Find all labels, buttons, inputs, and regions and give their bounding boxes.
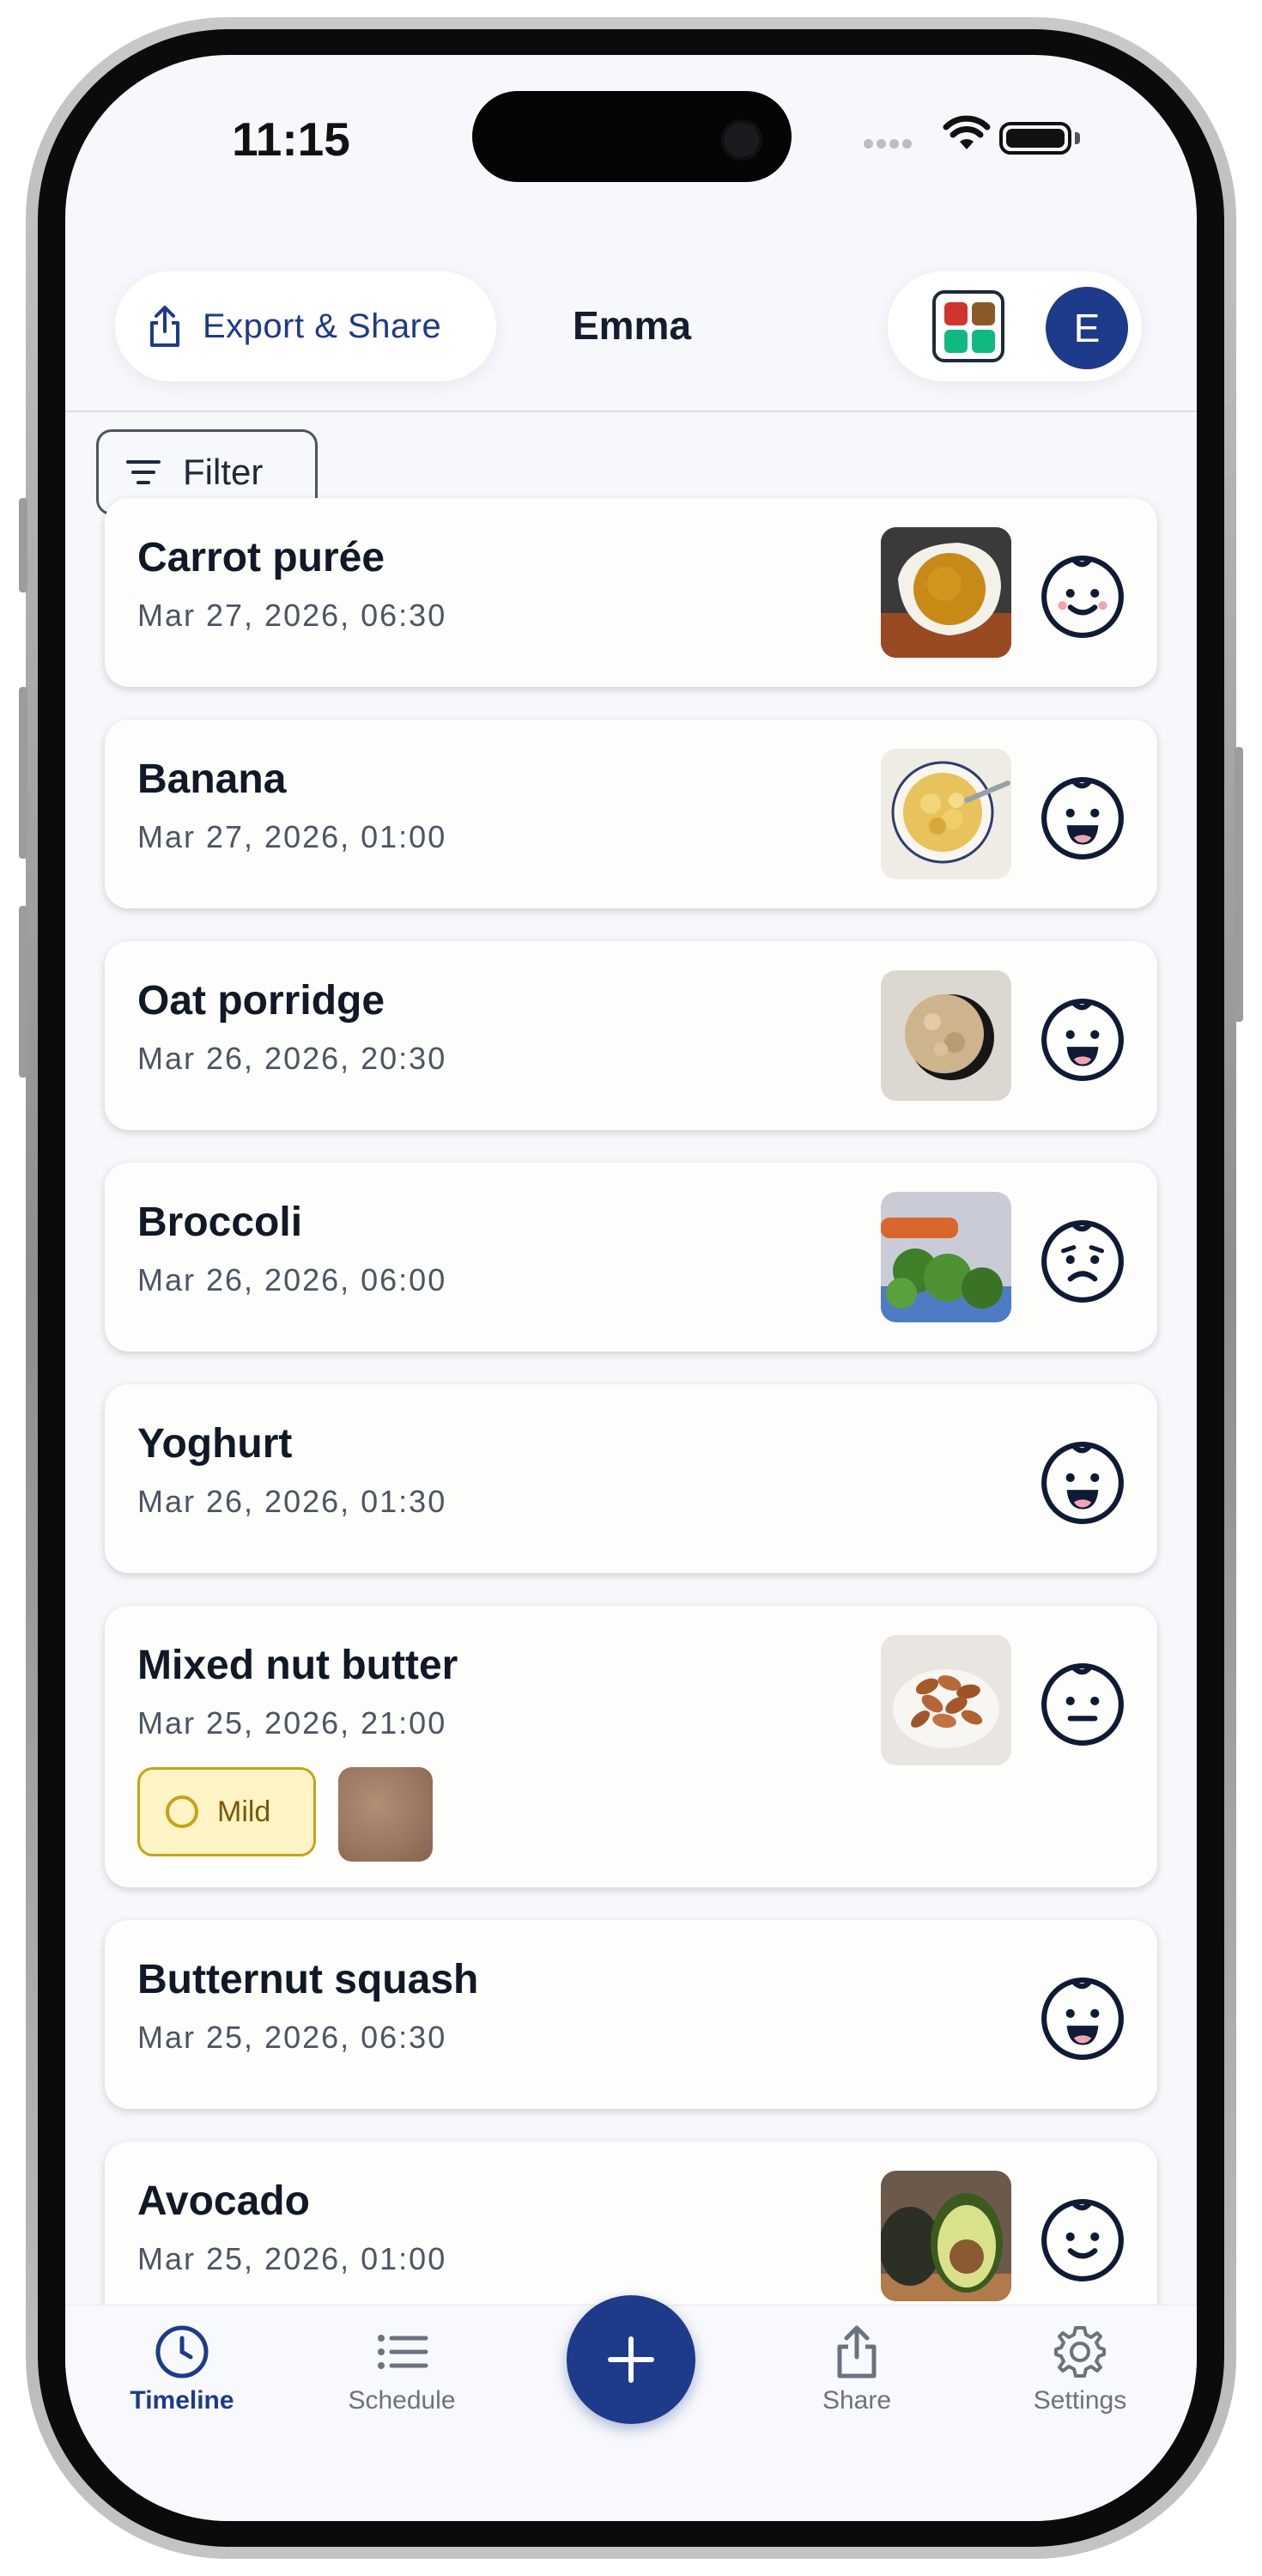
entry-name: Broccoli [137, 1200, 303, 1245]
gear-icon [1054, 2326, 1106, 2378]
filter-label: Filter [183, 452, 264, 492]
laughing-face-icon [1041, 999, 1124, 1081]
plus-icon [608, 2336, 654, 2383]
wifi-icon [943, 115, 991, 149]
power-button [1235, 747, 1243, 1022]
entry-date: Mar 25, 2026, 06:30 [137, 2020, 447, 2055]
food-photo[interactable] [881, 1635, 1011, 1765]
avatar[interactable]: E [1046, 287, 1128, 369]
food-photo[interactable] [881, 2171, 1011, 2301]
tab-label: Settings [1033, 2386, 1127, 2415]
tab-share[interactable]: Share [771, 2323, 943, 2415]
entry-date: Mar 25, 2026, 21:00 [137, 1705, 447, 1741]
entry-date: Mar 26, 2026, 06:00 [137, 1262, 447, 1297]
reaction-severity-badge: Mild [137, 1767, 316, 1856]
food-photo[interactable] [881, 1192, 1011, 1322]
cellular-dots-icon [864, 137, 915, 153]
reaction-photo[interactable] [338, 1767, 433, 1862]
list-item[interactable]: Carrot purée Mar 27, 2026, 06:30 [105, 498, 1157, 687]
app-header: Export & Share Emma E [65, 201, 1197, 412]
volume-up-button [19, 687, 27, 859]
entry-name: Banana [137, 756, 287, 802]
list-item[interactable]: Oat porridge Mar 26, 2026, 20:30 [105, 941, 1157, 1130]
food-photo[interactable] [881, 749, 1011, 879]
happy-face-icon [1041, 2199, 1124, 2281]
camera-icon [721, 119, 762, 161]
app-grid-icon[interactable] [932, 290, 1004, 362]
entry-name: Butternut squash [137, 1957, 479, 2002]
entry-name: Oat porridge [137, 978, 385, 1024]
list-item[interactable]: Butternut squash Mar 25, 2026, 06:30 [105, 1920, 1157, 2109]
list-item[interactable]: Banana Mar 27, 2026, 01:00 [105, 720, 1157, 908]
share-icon [150, 306, 179, 347]
tab-label: Schedule [348, 2386, 456, 2415]
entry-name: Carrot purée [137, 535, 385, 580]
page-title: Emma [572, 303, 692, 348]
food-photo[interactable] [881, 527, 1011, 658]
dynamic-island [472, 91, 792, 182]
circle-icon [166, 1795, 198, 1828]
laughing-face-icon [1041, 1978, 1124, 2060]
export-share-button[interactable]: Export & Share [115, 271, 496, 381]
badge-label: Mild [217, 1795, 271, 1828]
volume-down-button [19, 906, 27, 1078]
add-entry-button[interactable] [567, 2295, 695, 2424]
entry-date: Mar 27, 2026, 06:30 [137, 598, 447, 633]
list-item[interactable]: Broccoli Mar 26, 2026, 06:00 [105, 1163, 1157, 1352]
screen: 11:15 Export & Share Emma E Filter Carro… [65, 55, 1197, 2521]
action-button [19, 498, 27, 592]
status-indicators [864, 115, 1147, 160]
entry-date: Mar 26, 2026, 20:30 [137, 1041, 447, 1076]
entry-name: Yoghurt [137, 1421, 293, 1467]
entry-date: Mar 26, 2026, 01:30 [137, 1484, 447, 1519]
tab-label: Timeline [130, 2386, 234, 2415]
list-item[interactable]: Yoghurt Mar 26, 2026, 01:30 [105, 1384, 1157, 1573]
share-icon [837, 2325, 877, 2379]
export-share-label: Export & Share [203, 307, 442, 345]
tab-timeline[interactable]: Timeline [96, 2323, 268, 2415]
entry-name: Mixed nut butter [137, 1643, 458, 1688]
battery-tip [1075, 132, 1080, 144]
laughing-face-icon [1041, 1442, 1124, 1524]
status-time: 11:15 [232, 112, 350, 166]
tab-label: Share [822, 2386, 892, 2415]
tab-settings[interactable]: Settings [994, 2323, 1166, 2415]
neutral-face-icon [1041, 1663, 1124, 1746]
header-actions: E [888, 271, 1142, 381]
clock-icon [155, 2325, 209, 2379]
happy-face-icon [1041, 556, 1124, 638]
list-item[interactable]: Mixed nut butter Mar 25, 2026, 21:00 Mil… [105, 1606, 1157, 1887]
list-icon [378, 2335, 428, 2369]
sad-face-icon [1041, 1220, 1124, 1303]
filter-icon [126, 460, 161, 484]
food-photo[interactable] [881, 970, 1011, 1101]
entry-name: Avocado [137, 2178, 310, 2224]
bottom-tab-bar: Timeline Schedule Share Settings [65, 2295, 1197, 2521]
entry-date: Mar 27, 2026, 01:00 [137, 819, 447, 854]
tab-schedule[interactable]: Schedule [316, 2323, 488, 2415]
battery-icon [999, 122, 1071, 155]
laughing-face-icon [1041, 777, 1124, 860]
entry-date: Mar 25, 2026, 01:00 [137, 2241, 447, 2276]
